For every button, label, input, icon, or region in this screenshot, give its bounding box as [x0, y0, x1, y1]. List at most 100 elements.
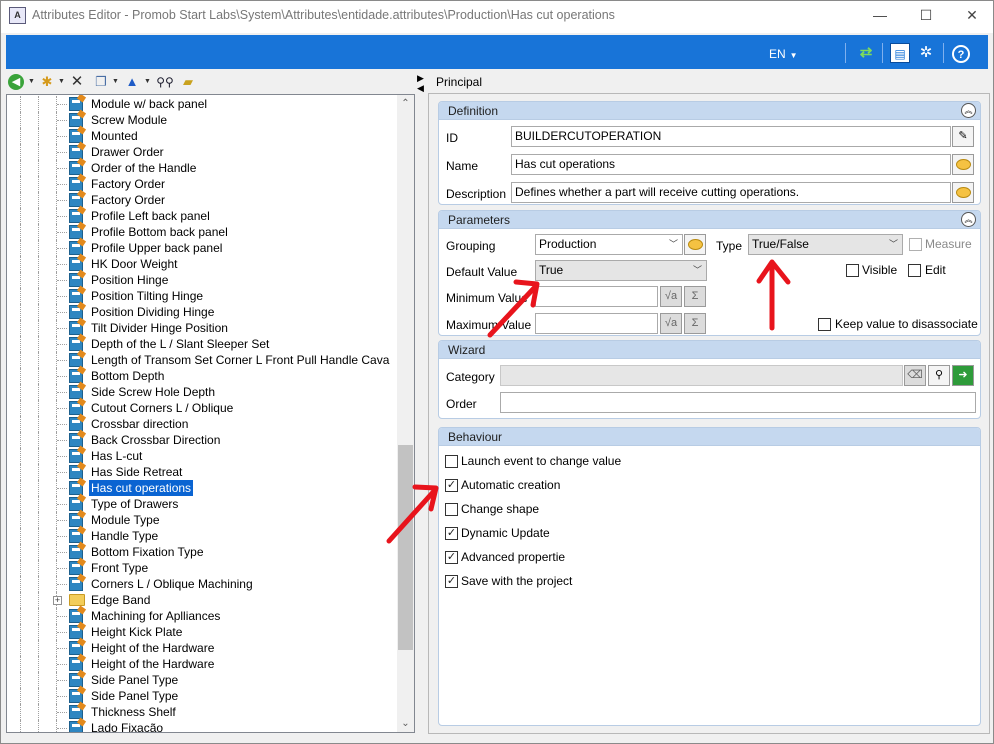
tree-item[interactable]: Length of Transom Set Corner L Front Pul… [7, 352, 397, 368]
edit-checkbox[interactable] [908, 264, 921, 277]
behaviour-checkbox[interactable]: ✓ [445, 551, 458, 564]
grouping-select[interactable]: Production ﹀ [535, 234, 683, 255]
tree-item[interactable]: HK Door Weight [7, 256, 397, 272]
tree-item[interactable]: Profile Left back panel [7, 208, 397, 224]
scroll-down-icon[interactable]: ⌄ [397, 715, 414, 732]
back-icon[interactable]: ◀ [8, 74, 24, 90]
tree-item[interactable]: Handle Type [7, 528, 397, 544]
translate-icon[interactable] [952, 182, 974, 203]
tree-item[interactable]: Thickness Shelf [7, 704, 397, 720]
tree-item[interactable]: Height of the Hardware [7, 640, 397, 656]
tree-item[interactable]: Height of the Hardware [7, 656, 397, 672]
tree-item[interactable]: Front Type [7, 560, 397, 576]
wizard-header[interactable]: Wizard [439, 341, 980, 359]
attribute-tree[interactable]: Module w/ back panel Screw Module Mounted D… [6, 94, 415, 733]
tree-item[interactable]: Bottom Fixation Type [7, 544, 397, 560]
visible-checkbox[interactable] [846, 264, 859, 277]
behaviour-checkbox[interactable]: ✓ [445, 479, 458, 492]
copy-icon[interactable]: ❐ [94, 73, 108, 91]
minimum-value-field[interactable] [535, 286, 658, 307]
minimize-button[interactable]: — [857, 1, 903, 31]
delete-icon[interactable]: ✕ [70, 73, 84, 91]
formula-icon[interactable]: √a [660, 286, 682, 307]
behaviour-checkbox[interactable]: ✓ [445, 527, 458, 540]
refresh-icon[interactable]: ⇄ [856, 43, 876, 63]
tree-item[interactable]: Back Crossbar Direction [7, 432, 397, 448]
language-selector[interactable]: EN ▼ [769, 47, 798, 61]
tab-principal[interactable]: Principal [436, 75, 482, 89]
collapse-icon[interactable]: ︽ [961, 212, 976, 227]
behaviour-checkbox[interactable] [445, 503, 458, 516]
move-up-icon[interactable]: ▲ [125, 73, 139, 91]
tree-item[interactable]: Lado Fixação [7, 720, 397, 732]
tree-item[interactable]: Type of Drawers [7, 496, 397, 512]
sum-icon[interactable]: Σ [684, 313, 706, 334]
scrollbar-thumb[interactable] [398, 445, 413, 650]
tree-item[interactable]: Bottom Depth [7, 368, 397, 384]
collapse-icon[interactable]: ︽ [961, 103, 976, 118]
behaviour-checkbox[interactable] [445, 455, 458, 468]
translate-icon[interactable] [952, 154, 974, 175]
id-field[interactable]: BUILDERCUTOPERATION [511, 126, 951, 147]
tree-item[interactable]: Factory Order [7, 192, 397, 208]
layout-icon[interactable]: ▤ [890, 43, 910, 63]
tree-item[interactable]: Screw Module [7, 112, 397, 128]
name-field[interactable]: Has cut operations [511, 154, 951, 175]
new-folder-icon[interactable]: ✱ [39, 73, 55, 91]
tree-item[interactable]: Module Type [7, 512, 397, 528]
tree-item[interactable]: Profile Upper back panel [7, 240, 397, 256]
measure-checkbox[interactable] [909, 238, 922, 251]
tree-item[interactable]: Profile Bottom back panel [7, 224, 397, 240]
category-field[interactable] [500, 365, 903, 386]
tree-scrollbar[interactable]: ⌃ ⌄ [397, 95, 414, 732]
close-button[interactable]: ✕ [949, 1, 993, 31]
tree-item[interactable]: Has cut operations [7, 480, 397, 496]
scroll-up-icon[interactable]: ⌃ [397, 95, 414, 112]
maximum-value-field[interactable] [535, 313, 658, 334]
tree-item[interactable]: Machining for Aplliances [7, 608, 397, 624]
eraser-icon[interactable]: ⌫ [904, 365, 926, 386]
find-icon[interactable]: ⚲⚲ [156, 73, 174, 91]
behaviour-checkbox[interactable]: ✓ [445, 575, 458, 588]
tree-item[interactable]: Corners L / Oblique Machining [7, 576, 397, 592]
tree-item[interactable]: Position Hinge [7, 272, 397, 288]
settings-icon[interactable]: ✲ [916, 43, 936, 63]
chevron-down-icon[interactable]: ▼ [112, 73, 119, 91]
chevron-down-icon[interactable]: ▼ [28, 73, 35, 91]
maximize-button[interactable]: ☐ [903, 1, 949, 31]
keep-value-checkbox[interactable] [818, 318, 831, 331]
sum-icon[interactable]: Σ [684, 286, 706, 307]
formula-icon[interactable]: √a [660, 313, 682, 334]
tree-item[interactable]: Order of the Handle [7, 160, 397, 176]
tree-folder-item[interactable]: + Edge Band [7, 592, 397, 608]
chevron-down-icon[interactable]: ▼ [144, 73, 151, 91]
tree-item[interactable]: Module w/ back panel [7, 96, 397, 112]
expand-icon[interactable]: + [53, 596, 62, 605]
tree-item[interactable]: Position Tilting Hinge [7, 288, 397, 304]
folder-icon[interactable]: ▰ [180, 73, 196, 91]
splitter-toggle[interactable]: ▶ ◀ [417, 73, 425, 93]
type-select[interactable]: True/False ﹀ [748, 234, 903, 255]
tree-item[interactable]: Cutout Corners L / Oblique [7, 400, 397, 416]
translate-icon[interactable] [684, 234, 706, 255]
tree-item[interactable]: Drawer Order [7, 144, 397, 160]
tree-item[interactable]: Mounted [7, 128, 397, 144]
default-value-select[interactable]: True ﹀ [535, 260, 707, 281]
order-field[interactable] [500, 392, 976, 413]
tree-item[interactable]: Position Dividing Hinge [7, 304, 397, 320]
tree-item[interactable]: Side Panel Type [7, 672, 397, 688]
chevron-down-icon[interactable]: ▼ [58, 73, 65, 91]
description-field[interactable]: Defines whether a part will receive cutt… [511, 182, 951, 203]
tree-item[interactable]: Side Screw Hole Depth [7, 384, 397, 400]
tree-item[interactable]: Side Panel Type [7, 688, 397, 704]
definition-header[interactable]: Definition ︽ [439, 102, 980, 120]
help-icon[interactable]: ? [952, 45, 970, 63]
parameters-header[interactable]: Parameters ︽ [439, 211, 980, 229]
tree-item[interactable]: Tilt Divider Hinge Position [7, 320, 397, 336]
go-icon[interactable]: ➜ [952, 365, 974, 386]
tree-item[interactable]: Crossbar direction [7, 416, 397, 432]
find-icon[interactable]: ⚲ [928, 365, 950, 386]
tree-item[interactable]: Height Kick Plate [7, 624, 397, 640]
tree-item[interactable]: Depth of the L / Slant Sleeper Set [7, 336, 397, 352]
behaviour-header[interactable]: Behaviour [439, 428, 980, 446]
